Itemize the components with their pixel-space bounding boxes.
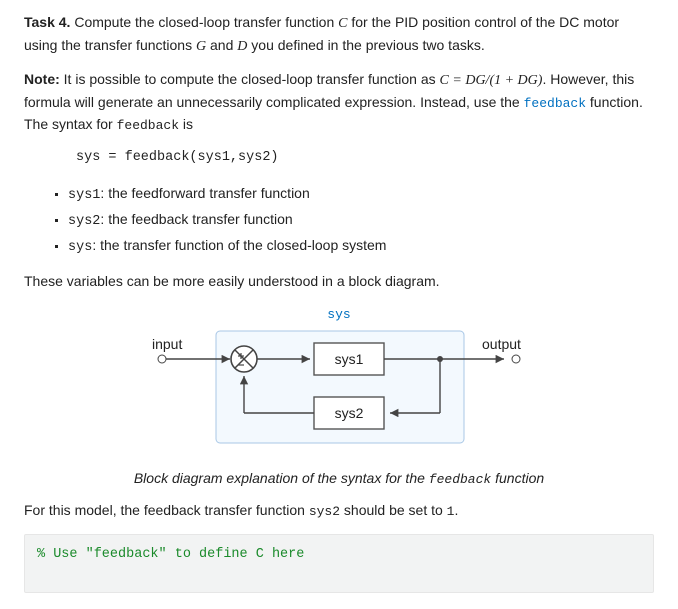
bullet-sep: : xyxy=(92,237,100,253)
task-number: Task 4. xyxy=(24,14,70,30)
note-text-4: is xyxy=(179,116,193,132)
task-text-1: Compute the closed-loop transfer functio… xyxy=(70,14,338,30)
post-text-2: should be set to xyxy=(340,502,447,518)
pre-diagram-text: These variables can be more easily under… xyxy=(24,271,654,293)
list-item: sys2: the feedback transfer function xyxy=(68,209,654,233)
note-text-1: It is possible to compute the closed-loo… xyxy=(60,71,440,87)
task-heading: Task 4. Compute the closed-loop transfer… xyxy=(24,12,654,57)
bullet-code: sys xyxy=(68,240,92,255)
input-label-text: input xyxy=(152,336,182,352)
note-formula: C = DG/(1 + DG) xyxy=(440,73,543,88)
post-text-1: For this model, the feedback transfer fu… xyxy=(24,502,309,518)
code-editor[interactable]: % Use "feedback" to define C here xyxy=(24,534,654,593)
and-word: and xyxy=(206,37,237,53)
bullet-list: sys1: the feedforward transfer function … xyxy=(24,183,654,259)
sys2-block-label: sys2 xyxy=(335,405,364,421)
bullet-desc: the transfer function of the closed-loop… xyxy=(100,237,386,253)
note-paragraph: Note: It is possible to compute the clos… xyxy=(24,69,654,136)
diagram-sys-label: sys xyxy=(144,305,534,325)
output-port-icon xyxy=(512,355,520,363)
output-label-text: output xyxy=(482,336,521,352)
input-port-icon xyxy=(158,355,166,363)
var-D: D xyxy=(237,39,247,54)
list-item: sys: the transfer function of the closed… xyxy=(68,235,654,259)
caption-code: feedback xyxy=(429,472,491,487)
block-diagram-svg: input sys1 output xyxy=(144,327,534,447)
feedback-link[interactable]: feedback xyxy=(524,96,586,111)
bullet-desc: the feedforward transfer function xyxy=(108,185,310,201)
var-G: G xyxy=(196,39,206,54)
sys1-block-label: sys1 xyxy=(335,351,364,367)
task-text-3: you defined in the previous two tasks. xyxy=(247,37,484,53)
caption-prefix: Block diagram explanation of the syntax … xyxy=(134,470,429,486)
bullet-code: sys1 xyxy=(68,188,100,203)
caption-suffix: function xyxy=(491,470,544,486)
list-item: sys1: the feedforward transfer function xyxy=(68,183,654,207)
syntax-line: sys = feedback(sys1,sys2) xyxy=(76,148,654,169)
bullet-desc: the feedback transfer function xyxy=(108,211,292,227)
diagram-caption: Block diagram explanation of the syntax … xyxy=(24,468,654,490)
post-diagram-text: For this model, the feedback transfer fu… xyxy=(24,500,654,522)
block-diagram: sys input sys1 xyxy=(144,305,534,454)
summing-junction-icon xyxy=(231,346,257,372)
note-label: Note: xyxy=(24,71,60,87)
post-code-sys2: sys2 xyxy=(309,504,340,519)
bullet-code: sys2 xyxy=(68,214,100,229)
feedback-code-word: feedback xyxy=(117,118,179,133)
post-period: . xyxy=(454,502,458,518)
